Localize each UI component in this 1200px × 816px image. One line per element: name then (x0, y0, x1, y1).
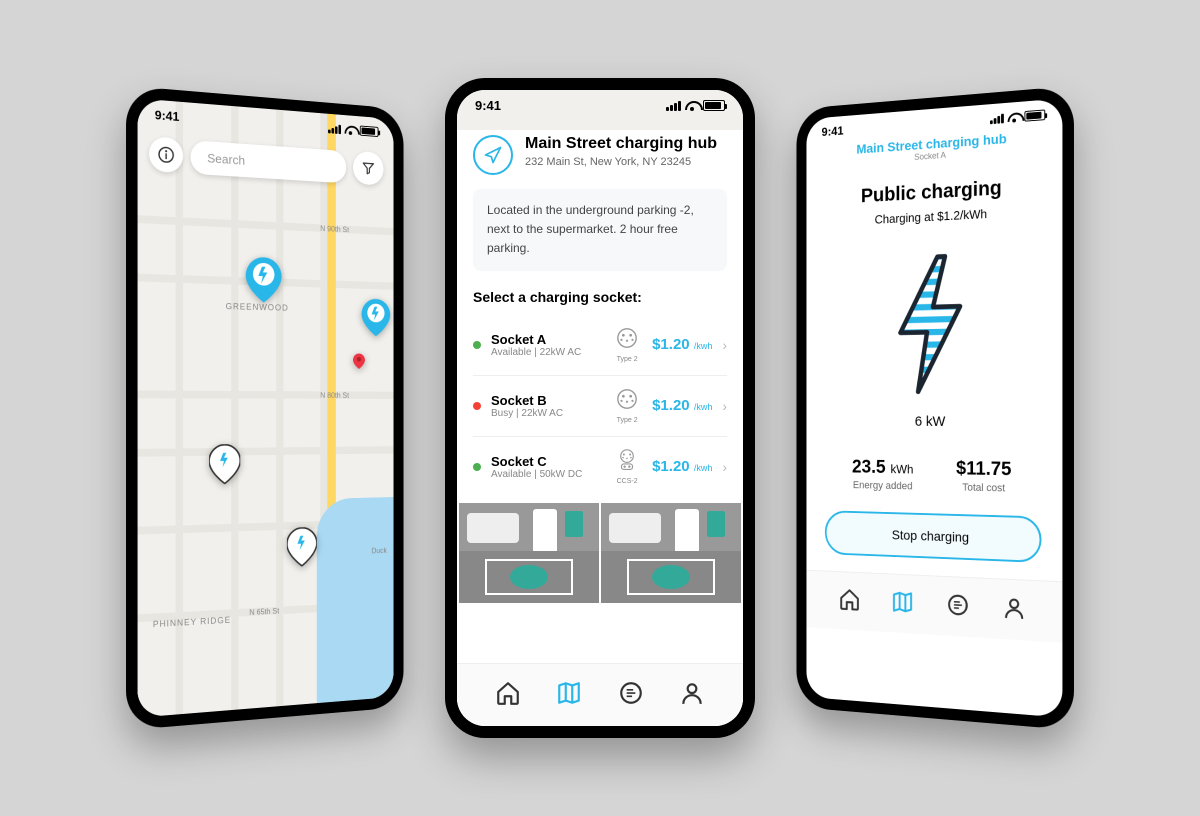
nav-profile[interactable] (1000, 593, 1028, 623)
signal-icon (990, 113, 1004, 124)
wifi-icon (1008, 112, 1021, 123)
charging-power: 6 kW (806, 404, 1062, 460)
charger-pin[interactable] (209, 444, 240, 489)
nav-home[interactable] (493, 678, 523, 708)
info-button[interactable] (149, 136, 183, 173)
hub-photo[interactable] (459, 503, 599, 603)
charging-bolt-icon (806, 225, 1062, 404)
socket-row[interactable]: Socket A Available | 22kW AC Type 2 $1.2… (473, 315, 727, 376)
signal-icon (328, 123, 341, 133)
signal-icon (666, 101, 681, 111)
bottom-nav (457, 663, 743, 726)
phone-hub-screen: 9:41 Main Street charging hub 232 Main S… (445, 78, 755, 738)
street-label: N 90th St (320, 224, 349, 234)
socket-name: Socket C (491, 454, 602, 469)
plug-type-icon: Type 2 (612, 388, 642, 424)
street-label: N 65th St (249, 607, 279, 617)
socket-row[interactable]: Socket B Busy | 22kW AC Type 2 $1.20 /kw… (473, 376, 727, 437)
nav-map[interactable] (890, 587, 916, 616)
battery-icon (1024, 109, 1045, 121)
filter-button[interactable] (353, 151, 383, 186)
battery-icon (360, 126, 379, 137)
cost-stat: $11.75 Total cost (956, 458, 1011, 494)
charger-pin[interactable] (362, 298, 391, 342)
section-title: Select a charging socket: (457, 285, 743, 315)
hub-photo[interactable] (601, 503, 741, 603)
wifi-icon (344, 125, 356, 135)
status-bar: 9:41 (457, 90, 743, 117)
street-label: Duck (372, 546, 387, 555)
energy-stat: 23.5 kWh Energy added (852, 457, 913, 492)
hub-info-box: Located in the underground parking -2, n… (473, 189, 727, 271)
plug-type-icon: Type 2 (612, 327, 642, 363)
phone-charging-screen: 9:41 Main Street charging hub Socket A P… (796, 86, 1074, 731)
hub-address: 232 Main St, New York, NY 23245 (525, 156, 717, 168)
status-time: 9:41 (155, 108, 180, 124)
status-time: 9:41 (822, 123, 844, 138)
navigate-button[interactable] (473, 135, 513, 175)
hub-title: Main Street charging hub (525, 135, 717, 153)
socket-list: Socket A Available | 22kW AC Type 2 $1.2… (457, 315, 743, 497)
battery-icon (703, 100, 725, 111)
chevron-right-icon: › (722, 459, 727, 475)
status-time: 9:41 (475, 98, 501, 113)
socket-price: $1.20 /kwh (652, 336, 712, 353)
chevron-right-icon: › (722, 337, 727, 353)
socket-price: $1.20 /kwh (652, 458, 712, 475)
charger-pin[interactable] (246, 257, 282, 308)
plug-ccs-icon: CCS-2 (612, 449, 642, 485)
chevron-right-icon: › (722, 398, 727, 414)
status-dot (473, 402, 481, 410)
nav-profile[interactable] (677, 678, 707, 708)
phone-map-screen: GREENWOOD N 80th St N 90th St N 65th St … (126, 86, 404, 731)
poi-pin[interactable] (353, 353, 365, 374)
nav-home[interactable] (837, 585, 863, 614)
bottom-nav (806, 570, 1062, 643)
nav-history[interactable] (616, 678, 646, 708)
socket-row[interactable]: Socket C Available | 50kW DC CCS-2 $1.20… (473, 437, 727, 497)
status-dot (473, 463, 481, 471)
socket-price: $1.20 /kwh (652, 397, 712, 414)
status-dot (473, 341, 481, 349)
street-label: N 80th St (320, 391, 349, 399)
wifi-icon (685, 101, 699, 111)
socket-name: Socket A (491, 332, 602, 347)
stop-charging-button[interactable]: Stop charging (825, 510, 1042, 563)
charger-pin[interactable] (287, 527, 317, 572)
nav-map[interactable] (554, 678, 584, 708)
nav-history[interactable] (944, 590, 971, 620)
socket-name: Socket B (491, 393, 602, 408)
hub-photos[interactable] (457, 503, 743, 603)
map-background[interactable]: GREENWOOD N 80th St N 90th St N 65th St … (138, 98, 394, 717)
